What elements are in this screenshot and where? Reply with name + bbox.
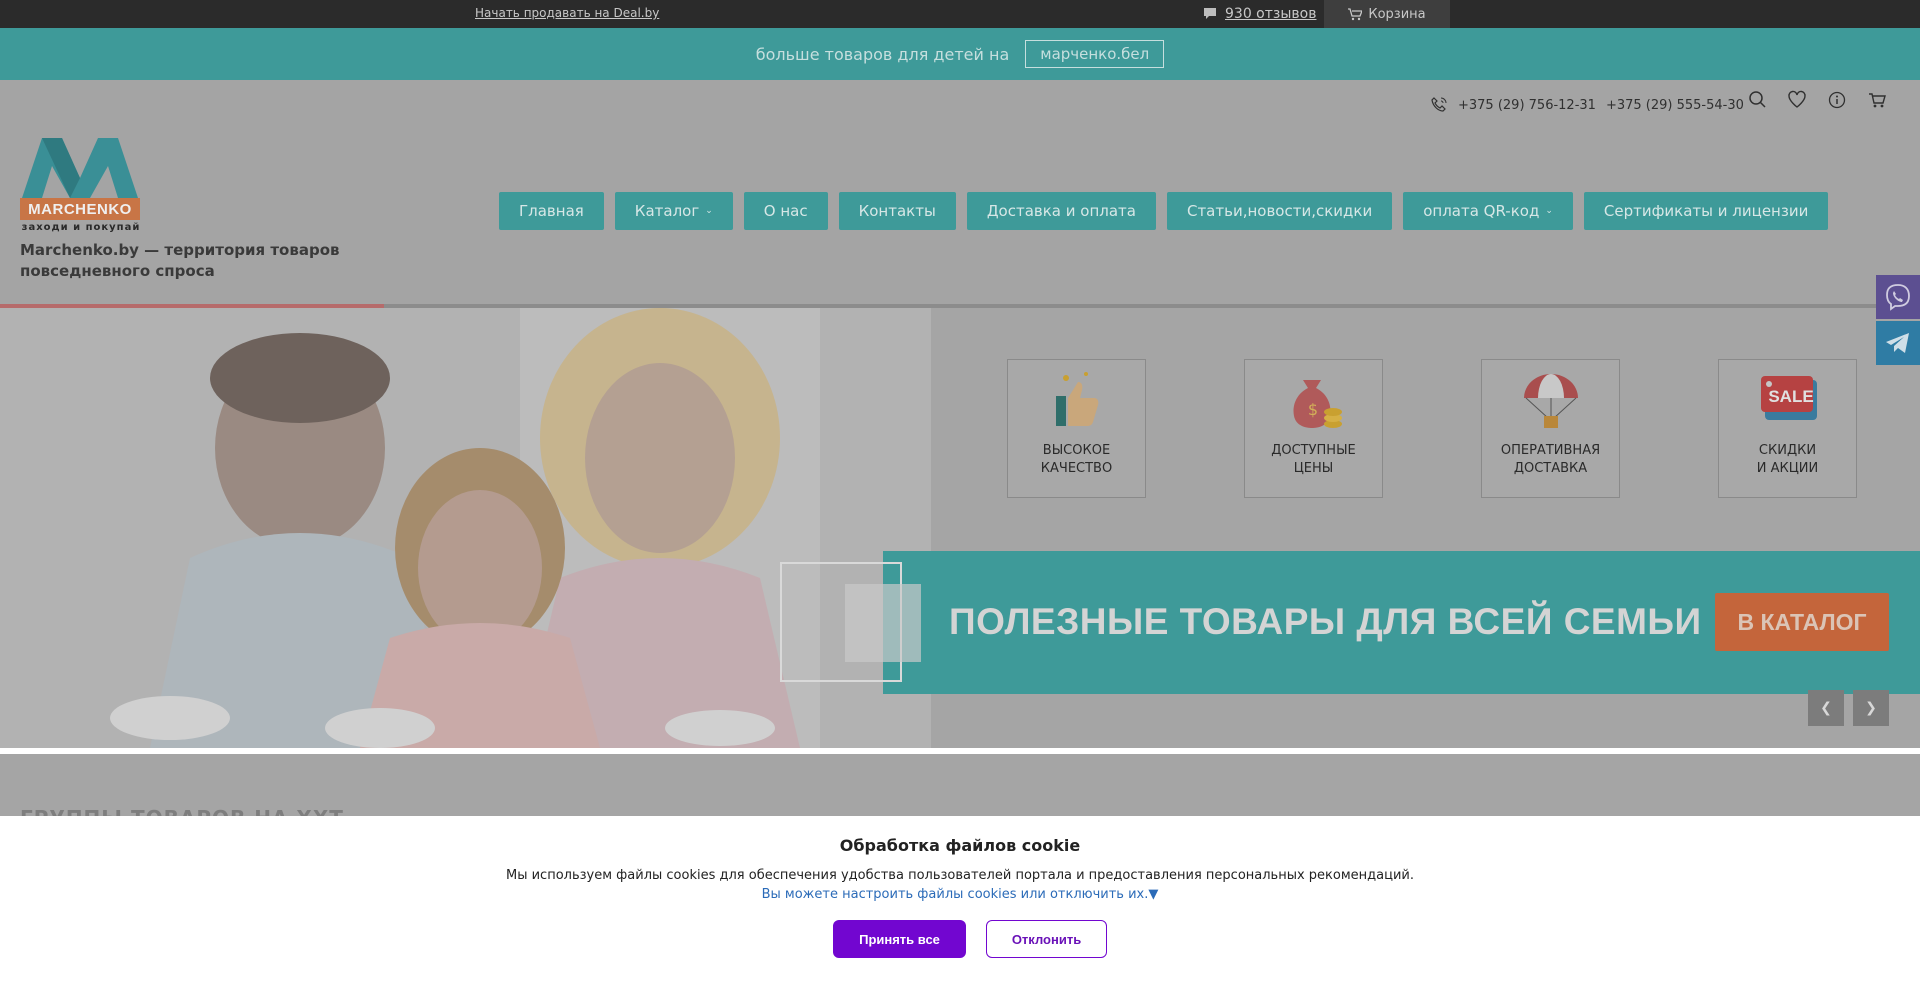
cookie-title: Обработка файлов cookie: [839, 836, 1081, 855]
decline-button[interactable]: Отклонить: [986, 920, 1107, 958]
feature-label: ДОСТУПНЫЕ ЦЕНЫ: [1271, 443, 1356, 476]
feature-label: ОПЕРАТИВНАЯ ДОСТАВКА: [1500, 443, 1601, 476]
cookie-consent-panel: Обработка файлов cookie Мы используем фа…: [0, 816, 1920, 993]
chevron-left-icon: ❮: [1820, 700, 1832, 716]
nav-contacts[interactable]: Контакты: [838, 192, 956, 230]
hero-slider: ВЫСОКОЕ КАЧЕСТВО $ ДОСТУПНЫЕ ЦЕНЫ ОПЕРАТ…: [0, 304, 1920, 748]
section-heading: ГРУППЫ ТОВАРОВ НА ХХТ: [20, 806, 344, 816]
sale-tag-icon: SALE: [1760, 376, 1817, 420]
to-catalog-button[interactable]: В КАТАЛОГ: [1715, 593, 1889, 651]
cart-icon[interactable]: [1868, 90, 1886, 110]
reviews-link[interactable]: 930 отзывов: [1225, 6, 1316, 22]
feature-delivery: ОПЕРАТИВНАЯ ДОСТАВКА: [1481, 359, 1620, 498]
hero-family-photo: [0, 308, 931, 748]
banner-title: ПОЛЕЗНЫЕ ТОВАРЫ ДЛЯ ВСЕЙ СЕМЬИ: [949, 601, 1702, 642]
cart-icon: [1348, 7, 1363, 20]
nav-certificates[interactable]: Сертификаты и лицензии: [1583, 192, 1829, 230]
cookie-text: Мы используем файлы cookies для обеспече…: [505, 868, 1414, 883]
reviews-block[interactable]: 930 отзывов: [1203, 0, 1316, 28]
phone-icon: [1431, 97, 1447, 112]
chevron-right-icon: ❯: [1865, 700, 1877, 716]
chevron-down-icon: ⌄: [705, 206, 713, 216]
feature-label: СКИДКИ И АКЦИИ: [1756, 443, 1819, 476]
promo-text: больше товаров для детей на: [755, 44, 1010, 64]
slider-prev-button[interactable]: ❮: [1808, 690, 1844, 726]
nav-catalog[interactable]: Каталог ⌄: [614, 192, 733, 230]
feature-quality: ВЫСОКОЕ КАЧЕСТВО: [1007, 359, 1146, 498]
site-logo[interactable]: MARCHENKO заходи и покупай: [20, 138, 142, 238]
promo-bar: больше товаров для детей на марченко.бел: [0, 28, 1920, 80]
decorative-square: [845, 584, 921, 662]
phone-1[interactable]: +375 (29) 756-12-31: [1458, 98, 1596, 113]
logo-word: MARCHENKO: [20, 198, 140, 220]
top-bar: Начать продавать на Deal.by 930 отзывов …: [0, 0, 1920, 28]
info-icon[interactable]: [1828, 90, 1846, 110]
thumbs-up-icon: [1055, 372, 1098, 426]
nav-label: О нас: [763, 202, 808, 220]
nav-home[interactable]: Главная: [499, 192, 604, 230]
nav-label: Главная: [519, 202, 584, 220]
parachute-icon: [1523, 374, 1578, 428]
cookie-settings-row: Вы можете настроить файлы cookies или от…: [0, 887, 1920, 902]
nav-about[interactable]: О нас: [743, 192, 828, 230]
viber-button[interactable]: [1876, 275, 1920, 319]
cart-tab-label: Корзина: [1368, 6, 1426, 22]
sale-tag-text: SALE: [1768, 387, 1813, 406]
cart-tab[interactable]: Корзина: [1324, 0, 1450, 28]
heart-icon[interactable]: [1788, 90, 1806, 110]
nav-label: оплата QR-код: [1423, 202, 1540, 220]
search-icon[interactable]: [1748, 90, 1766, 110]
svg-text:$: $: [1307, 400, 1317, 419]
nav-qr-payment[interactable]: оплата QR-код ⌄: [1403, 192, 1573, 230]
nav-label: Статьи,новости,скидки: [1186, 202, 1373, 220]
feature-list: ВЫСОКОЕ КАЧЕСТВО $ ДОСТУПНЫЕ ЦЕНЫ ОПЕРАТ…: [1007, 359, 1857, 498]
hero-banner: ПОЛЕЗНЫЕ ТОВАРЫ ДЛЯ ВСЕЙ СЕМЬИ В КАТАЛОГ: [883, 551, 1920, 694]
main-nav: Главная Каталог ⌄ О нас Контакты Доставка…: [499, 192, 1829, 230]
nav-label: Доставка и оплата: [986, 202, 1136, 220]
feature-prices: $ ДОСТУПНЫЕ ЦЕНЫ: [1244, 359, 1383, 498]
nav-label: Каталог: [634, 202, 700, 220]
nav-label: Контакты: [858, 202, 936, 220]
family-illustration: [0, 308, 931, 748]
contact-phones: +375 (29) 756-12-31 +375 (29) 555-54-30: [1430, 92, 1744, 118]
nav-delivery[interactable]: Доставка и оплата: [966, 192, 1156, 230]
telegram-icon: [1886, 333, 1909, 353]
header-tools: [1748, 90, 1886, 110]
nav-label: Сертификаты и лицензии: [1603, 202, 1809, 220]
logo-tagline: заходи и покупай: [21, 222, 141, 233]
site-tagline: Marchenko.by — территория товаров повсед…: [20, 241, 340, 280]
chevron-down-icon: ⌄: [1545, 206, 1553, 216]
feature-label: ВЫСОКОЕ КАЧЕСТВО: [1040, 443, 1113, 476]
feature-sales: SALE СКИДКИ И АКЦИИ: [1718, 359, 1857, 498]
logo-m-mark: [22, 138, 138, 198]
start-selling-link[interactable]: Начать продавать на Deal.by: [475, 6, 659, 20]
accept-all-button[interactable]: Принять все: [833, 920, 966, 958]
cookie-settings-link[interactable]: Вы можете настроить файлы cookies или от…: [762, 887, 1159, 902]
phone-2[interactable]: +375 (29) 555-54-30: [1606, 98, 1744, 113]
site-header: +375 (29) 756-12-31 +375 (29) 555-54-30 …: [0, 80, 1920, 304]
slider-next-button[interactable]: ❯: [1853, 690, 1889, 726]
nav-articles[interactable]: Статьи,новости,скидки: [1166, 192, 1393, 230]
promo-site-button[interactable]: марченко.бел: [1025, 40, 1165, 68]
below-hero-section: ГРУППЫ ТОВАРОВ НА ХХТ: [0, 754, 1920, 816]
comment-icon: [1204, 8, 1216, 19]
telegram-button[interactable]: [1876, 321, 1920, 365]
money-bag-icon: $: [1293, 380, 1342, 428]
viber-icon: [1886, 284, 1910, 311]
